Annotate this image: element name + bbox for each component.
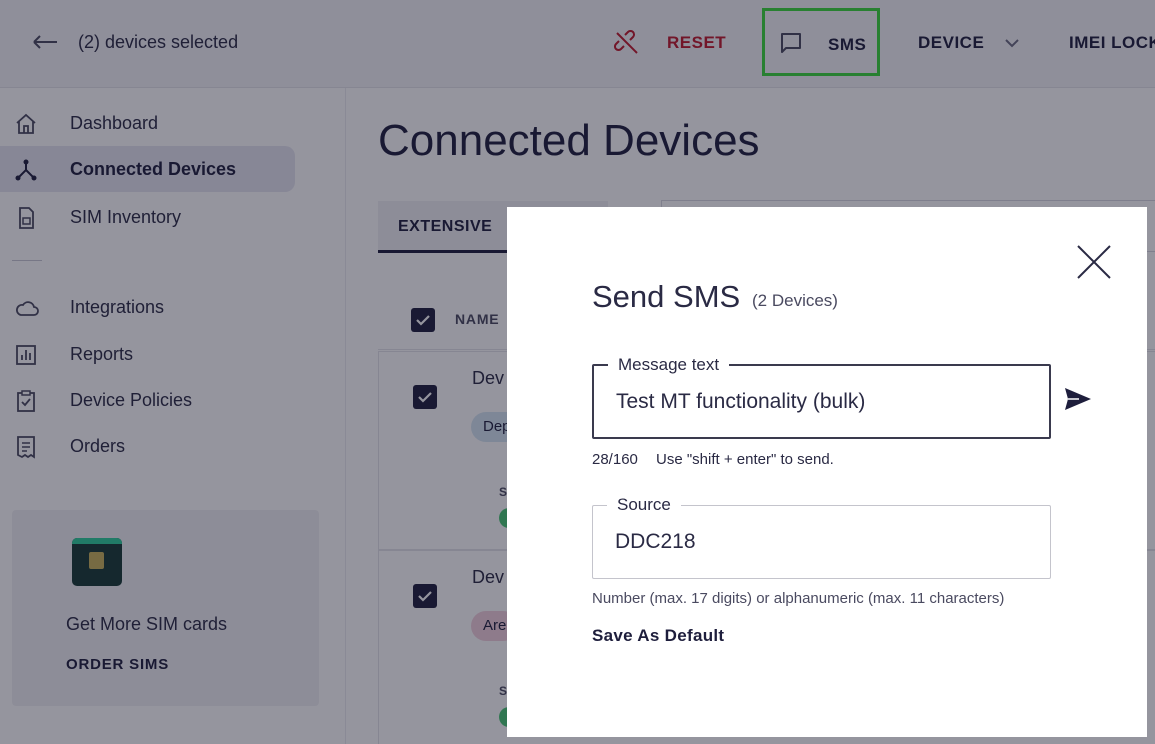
- message-text-field: Message text: [592, 355, 1051, 439]
- send-icon[interactable]: [1063, 385, 1093, 413]
- send-sms-dialog: Send SMS (2 Devices) Message text 28/160…: [507, 207, 1147, 737]
- source-field: Source: [592, 495, 1051, 579]
- character-counter: 28/160: [592, 451, 638, 468]
- dialog-title: Send SMS: [592, 279, 741, 314]
- save-as-default-button[interactable]: Save As Default: [592, 626, 724, 646]
- source-input[interactable]: [615, 506, 1015, 578]
- send-hint: Use "shift + enter" to send.: [656, 451, 834, 468]
- message-text-input[interactable]: [616, 366, 1016, 437]
- source-hint: Number (max. 17 digits) or alphanumeric …: [592, 590, 1005, 607]
- close-icon[interactable]: [1075, 243, 1113, 281]
- dialog-device-count: (2 Devices): [752, 291, 838, 310]
